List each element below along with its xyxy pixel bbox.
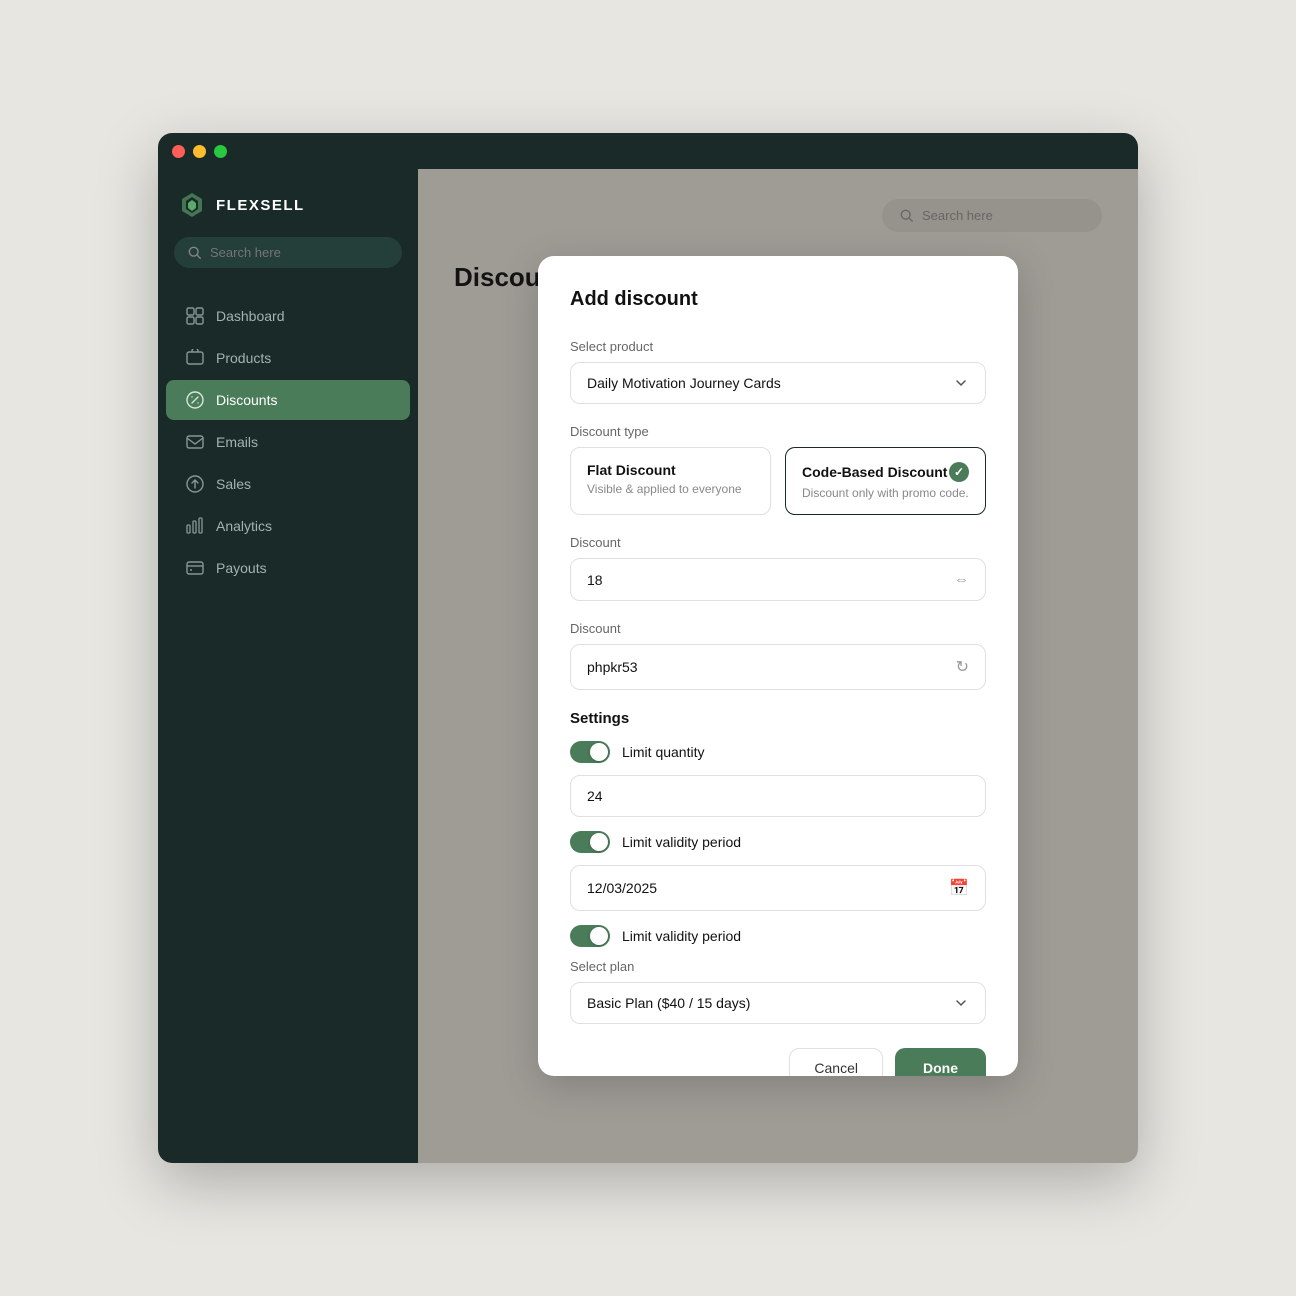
discount-type-row: Flat Discount Visible & applied to every… — [570, 447, 986, 515]
promo-code-field[interactable]: ↻ — [570, 644, 986, 690]
plan-select[interactable]: Basic Plan ($40 / 15 days) — [570, 982, 986, 1024]
titlebar — [158, 133, 1138, 169]
limit-quantity-label: Limit quantity — [622, 744, 704, 760]
code-discount-card[interactable]: Code-Based Discount ✓ Discount only with… — [785, 447, 986, 515]
search-icon — [188, 246, 202, 260]
products-icon — [186, 349, 204, 367]
flat-discount-card[interactable]: Flat Discount Visible & applied to every… — [570, 447, 771, 515]
main-content: Search here Discounts Add discount Selec… — [418, 169, 1138, 1163]
dashboard-label: Dashboard — [216, 308, 285, 324]
settings-label: Settings — [570, 710, 986, 727]
limit-validity-toggle-2[interactable] — [570, 925, 610, 947]
select-product-group: Select product Daily Motivation Journey … — [570, 339, 986, 404]
analytics-icon — [186, 517, 204, 535]
limit-validity-label-2: Limit validity period — [622, 928, 741, 944]
discount-value-field[interactable]: ⇔ — [570, 558, 986, 601]
select-product-label: Select product — [570, 339, 986, 354]
settings-section: Settings Limit quantity Limit vali — [570, 710, 986, 1024]
sidebar-search[interactable] — [174, 237, 402, 268]
date-field[interactable]: 12/03/2025 📅 — [570, 865, 986, 911]
product-select-value: Daily Motivation Journey Cards — [587, 375, 781, 391]
promo-code-input[interactable] — [587, 659, 956, 675]
discount-value-group: Discount ⇔ — [570, 535, 986, 601]
search-input[interactable] — [210, 245, 388, 260]
discount-value-input[interactable] — [587, 572, 954, 588]
nav-menu: Dashboard Products Discounts — [158, 286, 418, 598]
limit-quantity-toggle[interactable] — [570, 741, 610, 763]
discounts-label: Discounts — [216, 392, 277, 408]
payouts-label: Payouts — [216, 560, 267, 576]
select-plan-label: Select plan — [570, 959, 986, 974]
calendar-icon[interactable]: 📅 — [949, 878, 969, 898]
done-button[interactable]: Done — [895, 1048, 986, 1076]
limit-quantity-row: Limit quantity — [570, 741, 986, 763]
limit-validity-row: Limit validity period — [570, 831, 986, 853]
sidebar-item-sales[interactable]: Sales — [166, 464, 410, 504]
modal-footer: Cancel Done — [570, 1048, 986, 1076]
logo-text: FLEXSELL — [216, 197, 305, 214]
percent-icon[interactable]: ⇔ — [954, 571, 969, 588]
sales-label: Sales — [216, 476, 251, 492]
products-label: Products — [216, 350, 271, 366]
sidebar-item-products[interactable]: Products — [166, 338, 410, 378]
modal-title: Add discount — [570, 288, 986, 311]
discount-value-label: Discount — [570, 535, 986, 550]
code-discount-title: Code-Based Discount ✓ — [802, 462, 969, 482]
add-discount-modal: Add discount Select product Daily Motiva… — [538, 256, 1018, 1076]
selected-checkmark: ✓ — [949, 462, 969, 482]
close-button[interactable] — [172, 145, 185, 158]
promo-code-group: Discount ↻ — [570, 621, 986, 690]
cancel-button[interactable]: Cancel — [789, 1048, 883, 1076]
limit-validity-label: Limit validity period — [622, 834, 741, 850]
sidebar-header: FLEXSELL — [158, 169, 418, 237]
app-window: FLEXSELL — [158, 133, 1138, 1163]
refresh-icon[interactable]: ↻ — [956, 657, 969, 677]
quantity-input[interactable] — [587, 788, 969, 804]
flat-discount-title: Flat Discount — [587, 462, 754, 478]
emails-icon — [186, 433, 204, 451]
analytics-label: Analytics — [216, 518, 272, 534]
sidebar: FLEXSELL — [158, 169, 418, 1163]
sidebar-item-dashboard[interactable]: Dashboard — [166, 296, 410, 336]
code-discount-desc: Discount only with promo code. — [802, 486, 969, 500]
dashboard-icon — [186, 307, 204, 325]
emails-label: Emails — [216, 434, 258, 450]
flat-discount-desc: Visible & applied to everyone — [587, 482, 754, 496]
sidebar-item-emails[interactable]: Emails — [166, 422, 410, 462]
limit-validity-row-2: Limit validity period — [570, 925, 986, 947]
sales-icon — [186, 475, 204, 493]
app-layout: FLEXSELL — [158, 169, 1138, 1163]
minimize-button[interactable] — [193, 145, 206, 158]
limit-validity-toggle[interactable] — [570, 831, 610, 853]
payouts-icon — [186, 559, 204, 577]
promo-code-label: Discount — [570, 621, 986, 636]
product-select[interactable]: Daily Motivation Journey Cards — [570, 362, 986, 404]
modal-overlay: Add discount Select product Daily Motiva… — [418, 169, 1138, 1163]
chevron-down-icon — [953, 375, 969, 391]
sidebar-item-payouts[interactable]: Payouts — [166, 548, 410, 588]
date-value: 12/03/2025 — [587, 880, 657, 896]
discount-type-group: Discount type Flat Discount Visible & ap… — [570, 424, 986, 515]
sidebar-item-analytics[interactable]: Analytics — [166, 506, 410, 546]
plan-select-value: Basic Plan ($40 / 15 days) — [587, 995, 750, 1011]
logo-icon — [178, 191, 206, 219]
discounts-icon — [186, 391, 204, 409]
plan-chevron-down-icon — [953, 995, 969, 1011]
discount-type-label: Discount type — [570, 424, 986, 439]
sidebar-item-discounts[interactable]: Discounts — [166, 380, 410, 420]
maximize-button[interactable] — [214, 145, 227, 158]
quantity-field[interactable] — [570, 775, 986, 817]
